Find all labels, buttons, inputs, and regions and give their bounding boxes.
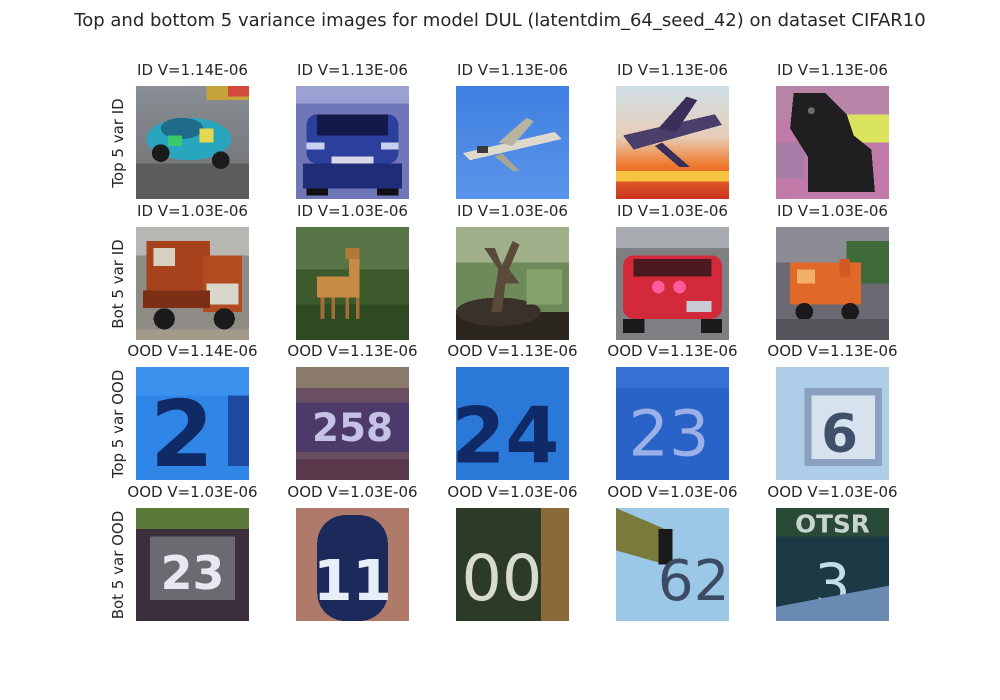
cell-caption: ID V=1.13E-06 xyxy=(617,61,728,79)
thumbnail-orange-truck xyxy=(775,226,890,341)
svg-text:11: 11 xyxy=(313,549,392,614)
cell-caption: OOD V=1.13E-06 xyxy=(287,342,418,360)
thumbnail-digit-11: 11 xyxy=(295,507,410,622)
cell-caption: ID V=1.03E-06 xyxy=(297,202,408,220)
thumbnail-digit-2: 2 xyxy=(135,366,250,481)
cell-caption: OOD V=1.03E-06 xyxy=(767,483,898,501)
cell-caption: OOD V=1.14E-06 xyxy=(127,342,258,360)
svg-text:23: 23 xyxy=(629,396,710,470)
cell-caption: OOD V=1.03E-06 xyxy=(607,483,738,501)
thumbnail-deer xyxy=(295,226,410,341)
row-label-text: Bot 5 var ID xyxy=(109,238,127,329)
cell-caption: ID V=1.13E-06 xyxy=(297,61,408,79)
cell-caption: OOD V=1.13E-06 xyxy=(767,342,898,360)
thumbnail-tree-shade xyxy=(455,226,570,341)
svg-text:00: 00 xyxy=(461,541,542,615)
row-label-text: Top 5 var OOD xyxy=(109,369,127,478)
cell-caption: OOD V=1.13E-06 xyxy=(447,342,578,360)
svg-text:2: 2 xyxy=(150,381,214,480)
cell-caption: ID V=1.13E-06 xyxy=(457,61,568,79)
thumbnail-digit-00: 00 xyxy=(455,507,570,622)
thumbnail-digit-24: 24 xyxy=(455,366,570,481)
thumbnail-digit-62: 62 xyxy=(615,507,730,622)
svg-text:258: 258 xyxy=(312,406,393,451)
thumbnail-airplane-sunset xyxy=(615,85,730,200)
thumbnail-digit-6: 6 xyxy=(775,366,890,481)
thumbnail-digit-258: 258 xyxy=(295,366,410,481)
row-label-text: Top 5 var ID xyxy=(109,97,127,188)
thumbnail-blue-car-front xyxy=(295,85,410,200)
cell-caption: ID V=1.03E-06 xyxy=(617,202,728,220)
thumbnail-red-car-rear xyxy=(615,226,730,341)
cell-caption: OOD V=1.03E-06 xyxy=(127,483,258,501)
figure: Top and bottom 5 variance images for mod… xyxy=(0,0,1000,700)
cell-caption: ID V=1.03E-06 xyxy=(777,202,888,220)
svg-text:OTSR: OTSR xyxy=(795,510,870,539)
thumbnail-airplane-blue-sky xyxy=(455,85,570,200)
cell-caption: ID V=1.13E-06 xyxy=(777,61,888,79)
svg-text:6: 6 xyxy=(821,404,858,465)
thumbnail-digit-23: 23 xyxy=(615,366,730,481)
thumbnail-digit-3: OTSR 3 xyxy=(775,507,890,622)
svg-text:23: 23 xyxy=(161,546,225,600)
figure-title: Top and bottom 5 variance images for mod… xyxy=(74,10,926,31)
thumbnail-black-dog xyxy=(775,85,890,200)
thumbnail-race-car xyxy=(135,85,250,200)
cell-caption: ID V=1.14E-06 xyxy=(137,61,248,79)
cell-caption: OOD V=1.03E-06 xyxy=(447,483,578,501)
thumbnail-digit-23-dark: 23 xyxy=(135,507,250,622)
svg-text:24: 24 xyxy=(456,391,559,480)
cell-caption: OOD V=1.13E-06 xyxy=(607,342,738,360)
row-label-text: Bot 5 var OOD xyxy=(109,510,127,619)
svg-text:62: 62 xyxy=(658,549,729,614)
cell-caption: ID V=1.03E-06 xyxy=(137,202,248,220)
cell-caption: OOD V=1.03E-06 xyxy=(287,483,418,501)
thumbnail-red-truck xyxy=(135,226,250,341)
cell-caption: ID V=1.03E-06 xyxy=(457,202,568,220)
